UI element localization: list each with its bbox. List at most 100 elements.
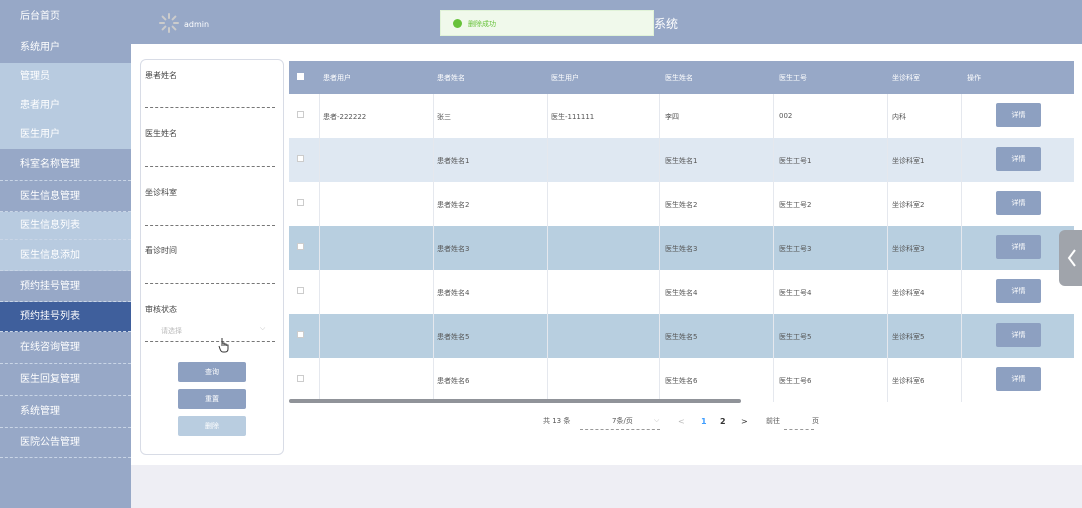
table-row[interactable]: 患者姓名5 医生姓名5 医生工号5 坐诊科室5 详情 [289,314,1074,358]
row-checkbox[interactable] [297,375,304,382]
detail-button[interactable]: 详情 [996,103,1041,127]
table-cell: 医生工号2 [779,201,812,209]
detail-button[interactable]: 详情 [996,367,1041,391]
sidebar-item[interactable]: 预约挂号列表 [0,302,131,332]
detail-button[interactable]: 详情 [996,323,1041,347]
column-divider [659,226,660,270]
hand-cursor-icon [218,338,229,353]
page-2-button[interactable]: 2 [720,417,726,426]
sidebar-item[interactable]: 医生信息管理 [0,181,131,212]
table-cell: 坐诊科室4 [892,289,925,297]
sidebar-item[interactable]: 医生信息添加 [0,240,131,271]
page-size-select[interactable]: 7条/页 [612,416,633,426]
table-row[interactable]: 患者姓名3 医生姓名3 医生工号3 坐诊科室3 详情 [289,226,1074,270]
row-checkbox[interactable] [297,111,304,118]
sidebar-item[interactable]: 医院公告管理 [0,428,131,458]
table-row[interactable]: 患者姓名2 医生姓名2 医生工号2 坐诊科室2 详情 [289,182,1074,226]
sidebar-item[interactable]: 在线咨询管理 [0,332,131,364]
row-checkbox[interactable] [297,243,304,250]
sidebar-item[interactable]: 系统用户 [0,33,131,63]
chevron-left-icon [1067,249,1076,267]
column-divider [773,182,774,226]
header-doctor-id: 医生工号 [779,74,807,82]
header-patient-name: 患者姓名 [437,74,465,82]
chevron-down-icon[interactable]: ⌵ [654,416,659,425]
table-cell: 患者姓名2 [437,201,470,209]
table-row[interactable]: 患者姓名4 医生姓名4 医生工号4 坐诊科室4 详情 [289,270,1074,314]
column-divider [887,314,888,358]
doctor-name-input[interactable] [145,166,275,167]
visit-time-input[interactable] [145,283,275,284]
table-cell: 内科 [892,113,906,121]
row-checkbox[interactable] [297,287,304,294]
table-cell: 医生-111111 [551,113,595,121]
total-count: 共 13 条 [543,417,571,425]
column-divider [961,358,962,402]
column-divider [961,94,962,138]
table-cell: 医生工号4 [779,289,812,297]
department-input[interactable] [145,225,275,226]
sidebar-item[interactable]: 患者用户 [0,91,131,120]
page-size-underline [580,429,660,430]
detail-button[interactable]: 详情 [996,235,1041,259]
audit-status-select[interactable]: 请选择 [161,326,182,336]
audit-status-underline [145,341,275,342]
header-patient-user: 患者用户 [323,74,351,82]
sidebar-item[interactable]: 管理员 [0,63,131,91]
sidebar-item[interactable]: 医生用户 [0,120,131,149]
visit-time-label: 看诊时间 [145,246,177,255]
table-cell: 医生姓名5 [665,333,698,341]
column-divider [773,314,774,358]
sidebar-item[interactable]: 预约挂号管理 [0,271,131,302]
detail-button[interactable]: 详情 [996,279,1041,303]
table-cell: 患者姓名4 [437,289,470,297]
chevron-down-icon[interactable]: ⌵ [260,324,265,333]
row-checkbox[interactable] [297,199,304,206]
column-divider [433,94,434,138]
column-divider [887,182,888,226]
patient-name-input[interactable] [145,107,275,108]
column-divider [433,314,434,358]
table-row[interactable]: 患者姓名6 医生姓名6 医生工号6 坐诊科室6 详情 [289,358,1074,402]
table-row[interactable]: 患者-222222 张三 医生-111111 李四 002 内科 详情 [289,94,1074,138]
table-cell: 医生工号1 [779,157,812,165]
column-divider [887,138,888,182]
avatar[interactable] [158,12,180,34]
table-cell: 医生姓名1 [665,157,698,165]
sidebar-item[interactable]: 科室名称管理 [0,149,131,181]
column-divider [547,138,548,182]
column-divider [319,314,320,358]
column-divider [659,270,660,314]
detail-button[interactable]: 详情 [996,191,1041,215]
row-checkbox[interactable] [297,155,304,162]
column-divider [961,182,962,226]
column-divider [961,138,962,182]
column-divider [547,182,548,226]
select-all-checkbox[interactable] [297,73,304,80]
row-checkbox[interactable] [297,331,304,338]
delete-button[interactable]: 删除 [178,416,246,436]
table-cell: 医生姓名3 [665,245,698,253]
collapse-tab[interactable] [1059,230,1082,286]
table-cell: 患者姓名1 [437,157,470,165]
sidebar-item[interactable]: 医生信息列表 [0,212,131,240]
table-cell: 002 [779,112,793,120]
sidebar-item[interactable]: 医生回复管理 [0,364,131,396]
page-1-button[interactable]: 1 [701,417,707,426]
column-divider [961,314,962,358]
column-divider [961,270,962,314]
detail-button[interactable]: 详情 [996,147,1041,171]
prev-page-button[interactable]: < [678,417,685,426]
horizontal-scrollbar[interactable] [289,399,741,403]
query-button[interactable]: 查询 [178,362,246,382]
table-cell: 患者姓名5 [437,333,470,341]
table-cell: 医生工号3 [779,245,812,253]
column-divider [319,94,320,138]
reset-button[interactable]: 重置 [178,389,246,409]
goto-page-input[interactable] [784,429,814,430]
next-page-button[interactable]: > [741,417,748,426]
sidebar-item[interactable]: 后台首页 [0,2,131,32]
success-toast: 删除成功 [440,10,654,36]
table-row[interactable]: 患者姓名1 医生姓名1 医生工号1 坐诊科室1 详情 [289,138,1074,182]
sidebar-item[interactable]: 系统管理 [0,396,131,428]
